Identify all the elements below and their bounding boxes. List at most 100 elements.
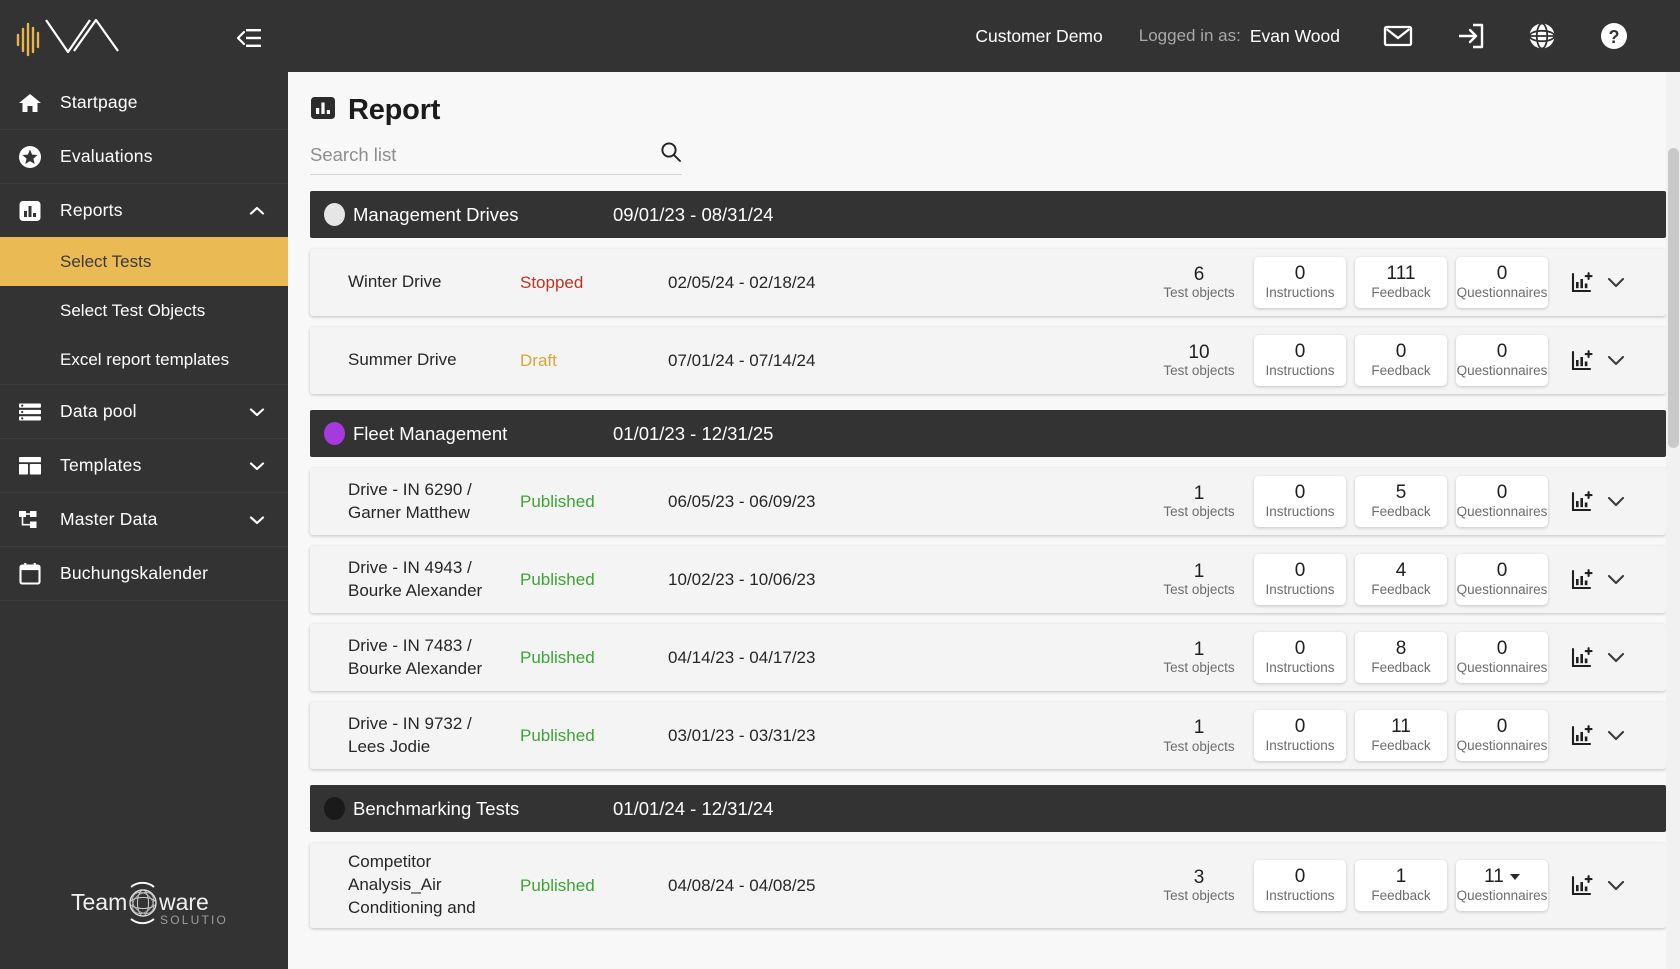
instructions-counter[interactable]: 0 Instructions bbox=[1254, 860, 1346, 912]
questionnaires-dropdown-caret[interactable] bbox=[1509, 874, 1520, 880]
questionnaires-counter[interactable]: 0 Questionnaires bbox=[1456, 335, 1548, 387]
report-row-name: Drive - IN 6290 /Garner Matthew bbox=[348, 479, 472, 522]
report-row-name: Summer Drive bbox=[348, 350, 457, 370]
report-row-actions bbox=[1570, 874, 1666, 898]
report-group-header[interactable]: Fleet Management 01/01/23 - 12/31/25 bbox=[310, 410, 1666, 458]
instructions-counter[interactable]: 0 Instructions bbox=[1254, 335, 1346, 387]
report-row-status: Published bbox=[520, 647, 595, 667]
instructions-counter[interactable]: 0 Instructions bbox=[1254, 710, 1346, 762]
feedback-counter[interactable]: 11 Feedback bbox=[1355, 710, 1447, 762]
questionnaires-label: Questionnaires bbox=[1456, 887, 1548, 903]
chevron-down-icon[interactable] bbox=[248, 407, 266, 417]
sidebar-item-excel-report-templates[interactable]: Excel report templates bbox=[0, 335, 288, 384]
chart-add-icon[interactable] bbox=[1570, 874, 1594, 898]
sidebar-item-data-pool[interactable]: Data pool bbox=[0, 385, 288, 438]
chevron-down-icon[interactable] bbox=[1606, 276, 1626, 289]
report-row[interactable]: Competitor Analysis_Air Conditioning and… bbox=[310, 843, 1666, 928]
chevron-down-icon[interactable] bbox=[1606, 495, 1626, 508]
chevron-down-icon[interactable] bbox=[1606, 651, 1626, 664]
chart-add-icon[interactable] bbox=[1570, 568, 1594, 592]
report-row[interactable]: Drive - IN 4943 /Bourke Alexander Publish… bbox=[310, 546, 1666, 614]
sidebar-item-label: Reports bbox=[60, 200, 123, 220]
questionnaires-count: 0 bbox=[1496, 638, 1508, 660]
sidebar-item-reports[interactable]: Reports bbox=[0, 184, 288, 237]
sidebar-item-select-test-objects[interactable]: Select Test Objects bbox=[0, 286, 288, 335]
questionnaires-counter[interactable]: 0 Questionnaires bbox=[1456, 257, 1548, 309]
report-row[interactable]: Winter Drive Stopped 02/05/24 - 02/18/24 6 T… bbox=[310, 249, 1666, 317]
chevron-down-icon[interactable] bbox=[248, 515, 266, 525]
sidebar-item-startpage[interactable]: Startpage bbox=[0, 76, 288, 129]
instructions-label: Instructions bbox=[1265, 738, 1335, 753]
report-group-header[interactable]: Management Drives 09/01/23 - 08/31/24 bbox=[310, 191, 1666, 238]
test-objects-count: 1 bbox=[1193, 482, 1205, 504]
search-input[interactable] bbox=[310, 143, 630, 166]
feedback-counter[interactable]: 1 Feedback bbox=[1355, 860, 1447, 912]
report-row-dates: 04/14/23 - 04/17/23 bbox=[668, 647, 816, 667]
logout-icon[interactable] bbox=[1434, 0, 1506, 72]
report-row-status: Draft bbox=[520, 350, 557, 370]
globe-icon[interactable] bbox=[1506, 0, 1578, 72]
logo-text-team: Team bbox=[71, 889, 127, 915]
test-objects-count: 6 bbox=[1193, 263, 1205, 285]
sidebar-item-templates[interactable]: Templates bbox=[0, 439, 288, 492]
help-circle-icon[interactable]: ? bbox=[1578, 0, 1650, 72]
chevron-down-icon[interactable] bbox=[1606, 729, 1626, 742]
search-bar[interactable] bbox=[310, 141, 682, 175]
chart-add-icon[interactable] bbox=[1570, 646, 1594, 670]
customer-name[interactable]: Customer Demo bbox=[975, 26, 1102, 47]
collapse-sidebar-icon[interactable] bbox=[234, 23, 264, 53]
test-objects-counter: 10 Test objects bbox=[1153, 336, 1245, 386]
feedback-counter[interactable]: 8 Feedback bbox=[1355, 632, 1447, 684]
chart-add-icon[interactable] bbox=[1570, 490, 1594, 514]
instructions-counter[interactable]: 0 Instructions bbox=[1254, 632, 1346, 684]
feedback-counter[interactable]: 5 Feedback bbox=[1355, 476, 1447, 528]
wave-logo[interactable] bbox=[14, 15, 134, 61]
sidebar-item-buchungskalender[interactable]: Buchungskalender bbox=[0, 547, 288, 600]
vertical-scrollbar-track[interactable] bbox=[1666, 72, 1680, 969]
test-objects-counter: 3 Test objects bbox=[1153, 861, 1245, 911]
search-icon[interactable] bbox=[660, 141, 682, 168]
questionnaires-counter[interactable]: 0 Questionnaires bbox=[1456, 554, 1548, 606]
report-group-header[interactable]: Benchmarking Tests 01/01/24 - 12/31/24 bbox=[310, 785, 1666, 833]
report-row-status: Stopped bbox=[520, 272, 584, 292]
logged-in-label: Logged in as: bbox=[1138, 26, 1241, 45]
chevron-down-icon[interactable] bbox=[1606, 354, 1626, 367]
chart-add-icon[interactable] bbox=[1570, 349, 1594, 373]
user-name[interactable]: Evan Wood bbox=[1250, 26, 1340, 47]
instructions-counter[interactable]: 0 Instructions bbox=[1254, 554, 1346, 606]
chevron-down-icon[interactable] bbox=[1606, 879, 1626, 892]
questionnaires-counter[interactable]: 0 Questionnaires bbox=[1456, 476, 1548, 528]
mail-icon[interactable] bbox=[1362, 0, 1434, 72]
content-scroll-area[interactable]: Report Management Drives 09/01/23 - 08/31… bbox=[288, 72, 1680, 969]
sidebar-item-select-tests[interactable]: Select Tests bbox=[0, 237, 288, 286]
report-row[interactable]: Drive - IN 6290 /Garner Matthew Published… bbox=[310, 468, 1666, 536]
layout-template-icon bbox=[18, 453, 48, 479]
test-objects-label: Test objects bbox=[1163, 660, 1235, 676]
questionnaires-count: 0 bbox=[1496, 482, 1508, 504]
chevron-up-icon[interactable] bbox=[248, 206, 266, 216]
questionnaires-counter[interactable]: 0 Questionnaires bbox=[1456, 632, 1548, 684]
report-group-list: Management Drives 09/01/23 - 08/31/24 Wint… bbox=[288, 191, 1680, 928]
feedback-counter[interactable]: 111 Feedback bbox=[1355, 257, 1447, 309]
sidebar-item-evaluations[interactable]: Evaluations bbox=[0, 130, 288, 183]
feedback-counter[interactable]: 4 Feedback bbox=[1355, 554, 1447, 606]
report-row[interactable]: Drive - IN 9732 /Lees Jodie Published 03/0… bbox=[310, 702, 1666, 770]
report-row[interactable]: Summer Drive Draft 07/01/24 - 07/14/24 10 Te… bbox=[310, 327, 1666, 395]
feedback-counter[interactable]: 0 Feedback bbox=[1355, 335, 1447, 387]
instructions-count: 0 bbox=[1294, 482, 1306, 504]
instructions-counter[interactable]: 0 Instructions bbox=[1254, 257, 1346, 309]
report-row-actions bbox=[1570, 568, 1666, 592]
sidebar-subitem-label: Select Test Objects bbox=[60, 300, 206, 320]
report-row[interactable]: Drive - IN 7483 /Bourke Alexander Publish… bbox=[310, 624, 1666, 692]
vertical-scrollbar-thumb[interactable] bbox=[1668, 148, 1679, 448]
questionnaires-counter[interactable]: 0 Questionnaires bbox=[1456, 710, 1548, 762]
test-objects-count: 1 bbox=[1193, 560, 1205, 582]
chart-add-icon[interactable] bbox=[1570, 724, 1594, 748]
chevron-down-icon[interactable] bbox=[1606, 573, 1626, 586]
chart-add-icon[interactable] bbox=[1570, 271, 1594, 295]
sidebar-item-master-data[interactable]: Master Data bbox=[0, 493, 288, 546]
questionnaires-counter[interactable]: 11 Questionnaires bbox=[1456, 860, 1548, 912]
chevron-down-icon[interactable] bbox=[248, 461, 266, 471]
instructions-count: 0 bbox=[1294, 638, 1306, 660]
instructions-counter[interactable]: 0 Instructions bbox=[1254, 476, 1346, 528]
